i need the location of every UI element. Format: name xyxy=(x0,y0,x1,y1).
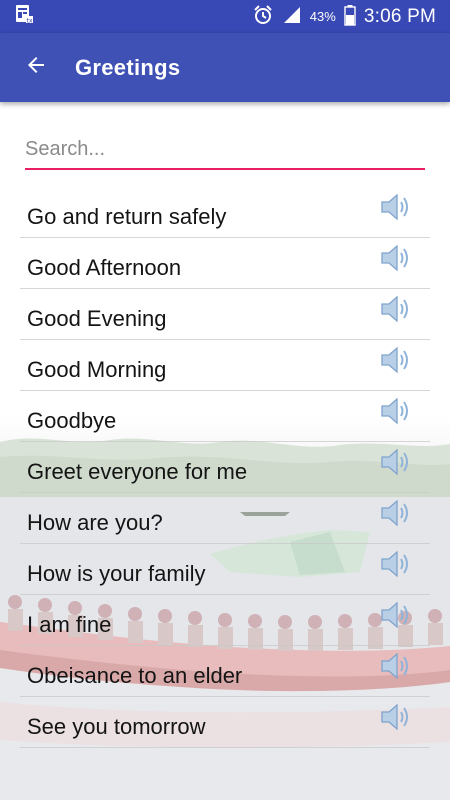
play-audio-button[interactable] xyxy=(376,495,416,535)
phrase-list: Go and return safely Good Afternoon Good… xyxy=(0,187,450,748)
phrase-label: Good Evening xyxy=(27,306,167,331)
search-input[interactable] xyxy=(25,136,425,166)
app-notification-icon: tx xyxy=(14,4,34,29)
play-audio-button[interactable] xyxy=(376,342,416,382)
play-audio-button[interactable] xyxy=(376,546,416,586)
svg-text:tx: tx xyxy=(27,17,33,24)
battery-icon xyxy=(344,4,356,30)
arrow-back-icon xyxy=(24,53,48,82)
list-item[interactable]: Good Morning xyxy=(20,340,430,391)
play-audio-button[interactable] xyxy=(376,648,416,688)
speaker-icon xyxy=(379,344,413,381)
phrase-label: I am fine xyxy=(27,612,112,637)
page-title: Greetings xyxy=(75,54,181,80)
search-field[interactable] xyxy=(25,136,425,170)
speaker-icon xyxy=(379,548,413,585)
speaker-icon xyxy=(379,701,413,738)
phrase-label: How is your family xyxy=(27,561,206,586)
status-time: 3:06 PM xyxy=(363,5,436,27)
speaker-icon xyxy=(379,599,413,636)
speaker-icon xyxy=(379,242,413,279)
speaker-icon xyxy=(379,497,413,534)
play-audio-button[interactable] xyxy=(376,444,416,484)
app-bar: Greetings xyxy=(0,33,450,102)
list-item[interactable]: Good Evening xyxy=(20,289,430,340)
alarm-icon xyxy=(252,4,274,30)
phrase-label: See you tomorrow xyxy=(27,714,206,739)
speaker-icon xyxy=(379,293,413,330)
signal-icon xyxy=(282,5,302,29)
phrase-list-screen: Go and return safely Good Afternoon xyxy=(0,102,450,800)
status-bar-left: tx xyxy=(14,4,34,29)
play-audio-button[interactable] xyxy=(376,597,416,637)
list-item[interactable]: Good Afternoon xyxy=(20,238,430,289)
phrase-label: Greet everyone for me xyxy=(27,459,248,484)
back-button[interactable] xyxy=(0,33,70,102)
list-item[interactable]: Go and return safely xyxy=(20,187,430,238)
list-item[interactable]: Goodbye xyxy=(20,391,430,442)
play-audio-button[interactable] xyxy=(376,240,416,280)
phrase-label: How are you? xyxy=(27,510,163,535)
play-audio-button[interactable] xyxy=(376,291,416,331)
phrase-label: Obeisance to an elder xyxy=(27,663,243,688)
play-audio-button[interactable] xyxy=(376,189,416,229)
battery-percent: 43% xyxy=(309,9,336,24)
status-bar-right: 43% 3:06 PM xyxy=(252,4,436,30)
list-item[interactable]: Greet everyone for me xyxy=(20,442,430,493)
play-audio-button[interactable] xyxy=(376,699,416,739)
phrase-label: Good Afternoon xyxy=(27,255,182,280)
phrase-label: Go and return safely xyxy=(27,204,227,229)
list-item[interactable]: How are you? xyxy=(20,493,430,544)
status-bar: tx 43% 3:06 PM xyxy=(0,0,450,33)
speaker-icon xyxy=(379,191,413,228)
speaker-icon xyxy=(379,650,413,687)
phrase-label: Good Morning xyxy=(27,357,167,382)
list-item[interactable]: Obeisance to an elder xyxy=(20,646,430,697)
speaker-icon xyxy=(379,446,413,483)
speaker-icon xyxy=(379,395,413,432)
phrase-label: Goodbye xyxy=(27,408,117,433)
play-audio-button[interactable] xyxy=(376,393,416,433)
list-item[interactable]: I am fine xyxy=(20,595,430,646)
list-item[interactable]: How is your family xyxy=(20,544,430,595)
list-item[interactable]: See you tomorrow xyxy=(20,697,430,748)
